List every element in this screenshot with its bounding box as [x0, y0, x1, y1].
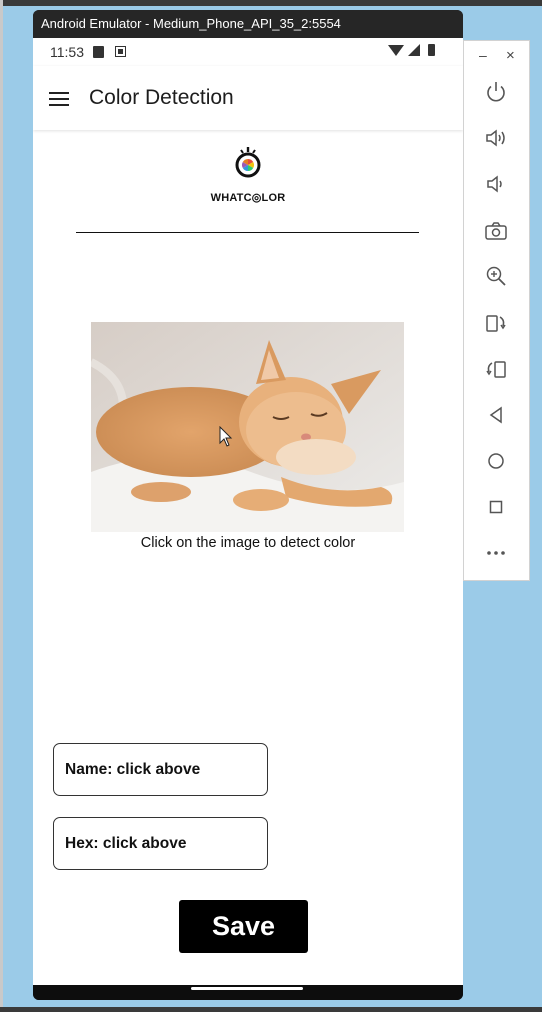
- home-icon[interactable]: [484, 449, 508, 473]
- stopwatch-logo-icon: [235, 147, 261, 178]
- color-hex-field: Hex: click above: [53, 817, 268, 870]
- logo-text: WHATC◎LOR: [210, 192, 286, 204]
- image-caption: Click on the image to detect color: [140, 535, 356, 551]
- camera-icon[interactable]: [484, 219, 508, 243]
- rotate-right-icon[interactable]: [484, 357, 508, 381]
- volume-up-icon[interactable]: [484, 126, 508, 150]
- notification-icon: [115, 46, 126, 57]
- color-name-field: Name: click above: [53, 743, 268, 796]
- gesture-nav-bar: [33, 985, 463, 1000]
- save-button[interactable]: Save: [179, 900, 308, 953]
- status-icons: [388, 44, 435, 56]
- emulator-side-toolbar: – ×: [463, 40, 530, 581]
- cat-image[interactable]: [91, 322, 404, 532]
- desktop-bottom-edge: [0, 1007, 542, 1012]
- power-icon[interactable]: [484, 80, 508, 104]
- close-button[interactable]: ×: [506, 47, 515, 64]
- overview-icon[interactable]: [484, 495, 508, 519]
- sd-card-icon: [93, 46, 104, 58]
- emulator-title: Android Emulator - Medium_Phone_API_35_2…: [33, 10, 463, 38]
- status-time: 11:53: [50, 44, 84, 60]
- emulator-window: Android Emulator - Medium_Phone_API_35_2…: [33, 10, 463, 1000]
- app-title: Color Detection: [89, 86, 234, 109]
- more-icon[interactable]: [484, 541, 508, 565]
- desktop-left-edge: [0, 0, 3, 1012]
- status-bar: 11:53: [33, 38, 463, 66]
- back-icon[interactable]: [484, 403, 508, 427]
- desktop-top-edge: [0, 0, 542, 6]
- zoom-icon[interactable]: [484, 264, 508, 288]
- cell-signal-icon: [408, 44, 420, 56]
- rotate-left-icon[interactable]: [484, 311, 508, 335]
- minimize-button[interactable]: –: [479, 47, 487, 63]
- hamburger-menu-icon[interactable]: [49, 91, 69, 107]
- divider: [76, 232, 419, 233]
- wifi-icon: [388, 44, 404, 56]
- volume-down-icon[interactable]: [484, 172, 508, 196]
- mouse-cursor-icon: [219, 426, 233, 447]
- home-indicator[interactable]: [191, 987, 303, 990]
- phone-screen: 11:53 Color Detection WHATC◎LOR Click on…: [33, 38, 463, 985]
- battery-icon: [428, 44, 435, 56]
- app-bar: Color Detection: [33, 66, 463, 130]
